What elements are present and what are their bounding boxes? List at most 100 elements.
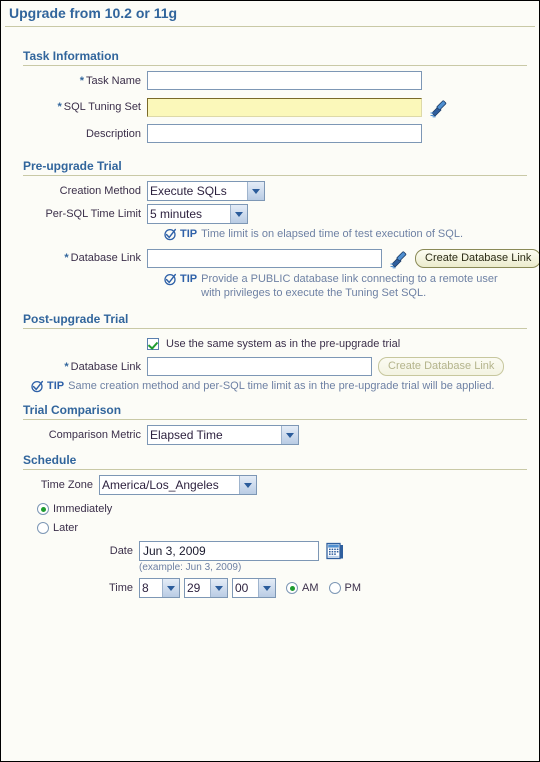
description-field-area	[147, 124, 531, 143]
tip-text: Same creation method and per-SQL time li…	[68, 380, 495, 392]
ampm-group: AM PM	[286, 582, 361, 594]
required-marker: *	[64, 252, 69, 264]
per-sql-time-limit-select-wrap: 5 minutes	[147, 204, 248, 224]
description-label: Description	[85, 127, 141, 140]
date-example-hint: (example: Jun 3, 2009)	[139, 562, 242, 573]
page-title: Upgrade from 10.2 or 11g	[9, 5, 178, 21]
section-body-post-upgrade-trial: Use the same system as in the pre-upgrad…	[9, 329, 531, 393]
row-comparison-metric: Comparison Metric Elapsed Time	[9, 425, 531, 445]
row-sql-tuning-set: * SQL Tuning Set	[9, 96, 531, 118]
date-label: Date	[109, 545, 133, 557]
row-pre-database-link: * Database Link Create Database Link	[9, 247, 539, 269]
creation-method-select[interactable]: Execute SQLs	[147, 181, 265, 201]
schedule-later-label: Later	[53, 522, 79, 534]
date-input[interactable]	[139, 541, 319, 561]
time-pm-radio[interactable]	[328, 582, 341, 594]
time-label: Time	[108, 582, 133, 594]
tip-word: TIP	[180, 273, 198, 285]
time-zone-field-area: America/Los_Angeles	[99, 475, 531, 495]
schedule-immediately-radio[interactable]	[37, 503, 49, 515]
row-date: Date	[9, 541, 531, 561]
create-database-link-button-pre[interactable]: Create Database Link	[415, 248, 539, 268]
row-schedule-immediately: Immediately	[9, 503, 531, 515]
use-same-system-checkbox[interactable]	[147, 338, 159, 350]
time-zone-label: Time Zone	[40, 479, 93, 491]
section-heading-post-upgrade-trial: Post-upgrade Trial	[23, 312, 129, 326]
tip-time-limit: TIP Time limit is on elapsed time of tes…	[164, 227, 531, 241]
section-body-trial-comparison: Comparison Metric Elapsed Time	[9, 420, 531, 445]
sql-tuning-set-label: * SQL Tuning Set	[9, 101, 147, 113]
task-name-field-area	[147, 71, 531, 90]
upgrade-wizard-page: Upgrade from 10.2 or 11g Task Informatio…	[0, 0, 540, 762]
post-database-link-label: * Database Link	[9, 361, 147, 373]
tip-text: Time limit is on elapsed time of test ex…	[201, 228, 463, 240]
schedule-immediately-label: Immediately	[53, 503, 113, 515]
row-use-same-system: Use the same system as in the pre-upgrad…	[9, 338, 531, 350]
task-name-label-text: Task Name	[85, 74, 141, 87]
create-database-link-button-post: Create Database Link	[378, 357, 505, 376]
section-pre-upgrade-trial: Pre-upgrade Trial Creation Method Execut…	[9, 159, 539, 300]
calendar-icon[interactable]	[326, 542, 344, 560]
tip-check-icon	[31, 380, 44, 393]
section-heading-task-information: Task Information	[23, 49, 119, 63]
pre-database-link-label: * Database Link	[9, 252, 147, 264]
time-zone-select[interactable]: America/Los_Angeles	[99, 475, 257, 495]
page-title-bar: Upgrade from 10.2 or 11g	[1, 1, 539, 24]
row-task-name: * Task Name	[9, 71, 531, 90]
time-am-radio[interactable]	[286, 582, 298, 594]
use-same-system-label: Use the same system as in the pre-upgrad…	[166, 338, 401, 350]
required-marker: *	[64, 360, 69, 373]
time-hour-select[interactable]: 8	[139, 578, 180, 598]
sql-tuning-set-input[interactable]	[147, 97, 422, 117]
time-zone-select-wrap: America/Los_Angeles	[99, 475, 257, 495]
section-body-pre-upgrade-trial: Creation Method Execute SQLs Per-SQL Tim…	[9, 176, 539, 300]
row-time-zone: Time Zone America/Los_Angeles	[9, 475, 531, 495]
form-content: Task Information * Task Name * SQL Tuning …	[1, 49, 539, 598]
torch-search-icon[interactable]	[388, 247, 410, 269]
row-creation-method: Creation Method Execute SQLs	[9, 181, 531, 201]
pre-database-link-field-area: Create Database Link	[147, 247, 539, 269]
row-time: Time 8 29 00 AM PM	[9, 578, 531, 598]
section-task-information: Task Information * Task Name * SQL Tuning …	[9, 49, 531, 143]
row-description: Description	[9, 124, 531, 143]
time-minute-select-wrap: 29	[184, 578, 228, 598]
time-second-select[interactable]: 00	[232, 578, 276, 598]
tip-check-icon	[164, 228, 177, 241]
required-marker: *	[57, 101, 62, 113]
pre-database-link-label-text: Database Link	[70, 252, 141, 264]
sql-tuning-set-field-area	[147, 96, 531, 118]
schedule-later-radio[interactable]	[37, 522, 49, 534]
tip-text: Provide a PUBLIC database link connectin…	[201, 273, 498, 299]
time-second-select-wrap: 00	[232, 578, 276, 598]
task-name-input[interactable]	[147, 71, 422, 90]
description-input[interactable]	[147, 124, 422, 143]
comparison-metric-label: Comparison Metric	[48, 429, 141, 441]
torch-search-icon[interactable]	[428, 96, 450, 118]
per-sql-time-limit-select[interactable]: 5 minutes	[147, 204, 248, 224]
section-body-task-information: * Task Name * SQL Tuning Set Description	[9, 66, 531, 143]
row-schedule-later: Later	[9, 522, 531, 534]
section-post-upgrade-trial: Post-upgrade Trial Use the same system a…	[9, 312, 531, 393]
tip-check-icon	[164, 273, 177, 286]
post-database-link-label-text: Database Link	[70, 360, 141, 373]
pre-database-link-input[interactable]	[147, 248, 382, 268]
comparison-metric-select-wrap: Elapsed Time	[147, 425, 299, 445]
section-trial-comparison: Trial Comparison Comparison Metric Elaps…	[9, 403, 531, 445]
tip-word: TIP	[47, 380, 65, 392]
comparison-metric-field-area: Elapsed Time	[147, 425, 531, 445]
row-per-sql-time-limit: Per-SQL Time Limit 5 minutes	[9, 204, 531, 224]
sql-tuning-set-label-text: SQL Tuning Set	[63, 101, 141, 113]
post-database-link-field-area: Create Database Link	[147, 357, 531, 376]
time-pm-label: PM	[344, 582, 362, 594]
post-database-link-input[interactable]	[147, 357, 372, 376]
time-am-label: AM	[302, 582, 319, 594]
creation-method-select-wrap: Execute SQLs	[147, 181, 265, 201]
tip-same-method: TIP Same creation method and per-SQL tim…	[31, 379, 531, 393]
section-heading-pre-upgrade-trial: Pre-upgrade Trial	[23, 159, 122, 173]
comparison-metric-select[interactable]: Elapsed Time	[147, 425, 299, 445]
creation-method-label: Creation Method	[59, 185, 141, 197]
required-marker: *	[79, 74, 84, 87]
time-minute-select[interactable]: 29	[184, 578, 228, 598]
task-name-label: * Task Name	[9, 75, 147, 87]
section-heading-trial-comparison: Trial Comparison	[23, 403, 122, 417]
